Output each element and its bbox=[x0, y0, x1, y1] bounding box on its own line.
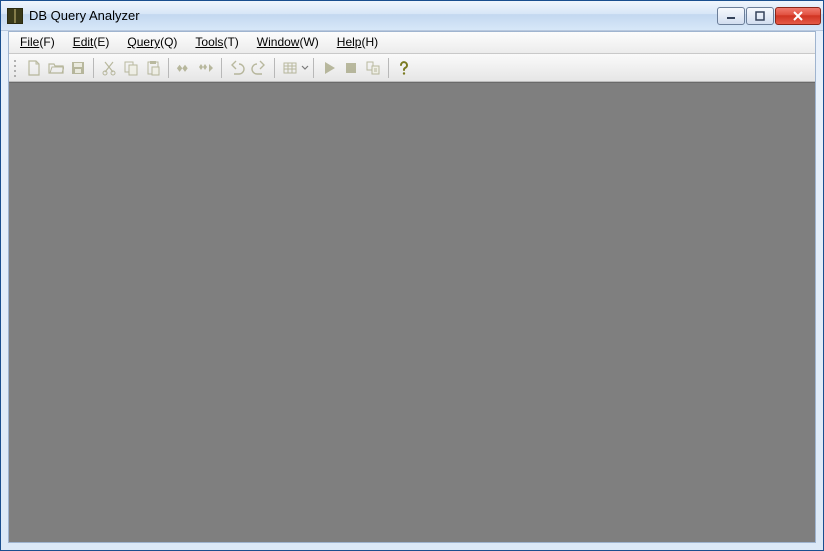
redo-button[interactable] bbox=[248, 57, 270, 79]
grid-icon bbox=[282, 60, 298, 76]
close-icon bbox=[792, 11, 804, 21]
toolbar-separator bbox=[313, 58, 314, 78]
new-button[interactable] bbox=[23, 57, 45, 79]
minimize-icon bbox=[726, 11, 736, 21]
stop-icon bbox=[343, 60, 359, 76]
toolbar-separator bbox=[221, 58, 222, 78]
find-icon bbox=[176, 60, 192, 76]
toolbar-separator bbox=[93, 58, 94, 78]
client-area: File(F) Edit(E) Query(Q) Tools(T) Window… bbox=[8, 31, 816, 543]
stop-button[interactable] bbox=[340, 57, 362, 79]
app-icon bbox=[7, 8, 23, 24]
new-file-icon bbox=[26, 60, 42, 76]
find-button[interactable] bbox=[173, 57, 195, 79]
undo-button[interactable] bbox=[226, 57, 248, 79]
window-title: DB Query Analyzer bbox=[29, 8, 717, 23]
results-grid-button[interactable] bbox=[279, 57, 301, 79]
cut-button[interactable] bbox=[98, 57, 120, 79]
menu-bar: File(F) Edit(E) Query(Q) Tools(T) Window… bbox=[9, 32, 815, 54]
object-browser-button[interactable] bbox=[362, 57, 384, 79]
menu-tools[interactable]: Tools(T) bbox=[186, 33, 247, 52]
undo-icon bbox=[229, 60, 245, 76]
paste-button[interactable] bbox=[142, 57, 164, 79]
find-next-icon bbox=[198, 60, 214, 76]
open-folder-icon bbox=[48, 60, 64, 76]
run-icon bbox=[321, 60, 337, 76]
save-button[interactable] bbox=[67, 57, 89, 79]
copy-icon bbox=[123, 60, 139, 76]
find-next-button[interactable] bbox=[195, 57, 217, 79]
app-window: DB Query Analyzer File(F) Edit(E) Query(… bbox=[0, 0, 824, 551]
copy-button[interactable] bbox=[120, 57, 142, 79]
menu-edit[interactable]: Edit(E) bbox=[64, 33, 119, 52]
title-bar: DB Query Analyzer bbox=[1, 1, 823, 31]
run-button[interactable] bbox=[318, 57, 340, 79]
results-dropdown[interactable] bbox=[301, 60, 309, 76]
minimize-button[interactable] bbox=[717, 7, 745, 25]
maximize-icon bbox=[755, 11, 765, 21]
menu-help[interactable]: Help(H) bbox=[328, 33, 387, 52]
paste-icon bbox=[145, 60, 161, 76]
cut-icon bbox=[101, 60, 117, 76]
redo-icon bbox=[251, 60, 267, 76]
maximize-button[interactable] bbox=[746, 7, 774, 25]
menu-window[interactable]: Window(W) bbox=[248, 33, 328, 52]
menu-file[interactable]: File(F) bbox=[11, 33, 64, 52]
save-icon bbox=[70, 60, 86, 76]
open-button[interactable] bbox=[45, 57, 67, 79]
menu-query[interactable]: Query(Q) bbox=[118, 33, 186, 52]
toolbar-separator bbox=[168, 58, 169, 78]
chevron-down-icon bbox=[301, 60, 309, 76]
object-browser-icon bbox=[365, 60, 381, 76]
close-button[interactable] bbox=[775, 7, 821, 25]
toolbar bbox=[9, 54, 815, 82]
toolbar-separator bbox=[274, 58, 275, 78]
toolbar-grip[interactable] bbox=[13, 58, 19, 78]
help-button[interactable] bbox=[393, 57, 415, 79]
help-icon bbox=[396, 60, 412, 76]
window-controls bbox=[717, 7, 821, 25]
toolbar-separator bbox=[388, 58, 389, 78]
mdi-workspace bbox=[9, 82, 815, 542]
